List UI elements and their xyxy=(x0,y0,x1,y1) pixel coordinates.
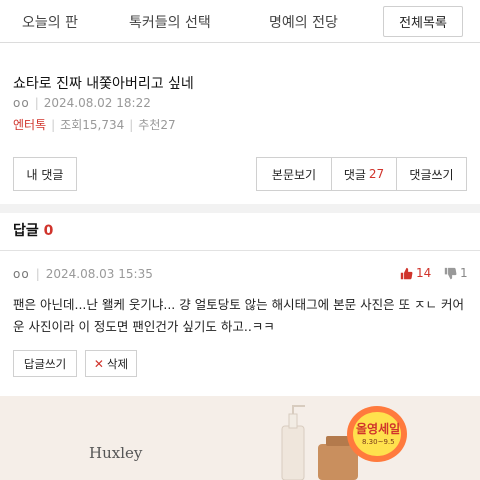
comments-count: 27 xyxy=(368,167,385,181)
section-divider xyxy=(0,204,480,213)
post-stats: 엔터톡 | 조회15,734 | 추천27 xyxy=(13,116,176,133)
downvote-count: 1 xyxy=(460,266,468,280)
meta-divider: | xyxy=(129,117,134,132)
meta-divider: | xyxy=(51,117,56,132)
post-views: 조회15,734 xyxy=(60,118,125,132)
upvote-count: 14 xyxy=(416,266,432,280)
delete-label: 삭제 xyxy=(106,356,129,371)
replies-header: 답글 0 xyxy=(13,220,53,240)
reply-button[interactable]: 답글쓰기 xyxy=(13,350,77,377)
author-icon: oo xyxy=(13,96,30,110)
post-date: 2024.08.02 18:22 xyxy=(43,96,151,110)
write-comment-button[interactable]: 댓글쓰기 xyxy=(396,157,467,191)
post-title: 쇼타로 진짜 내쫓아버리고 싶네 xyxy=(13,76,194,92)
delete-icon: ✕ xyxy=(93,356,104,371)
tab-hall-of-fame[interactable]: 명예의 전당 xyxy=(269,12,338,32)
meta-divider: | xyxy=(35,267,40,281)
delete-button[interactable]: ✕ 삭제 xyxy=(85,350,137,377)
sale-badge-date: 8.30~9.5 xyxy=(362,438,395,446)
upvote-button[interactable]: 14 xyxy=(400,266,431,280)
divider xyxy=(0,250,480,251)
comment-date: 2024.08.03 15:35 xyxy=(45,267,153,281)
comments-label: 댓글 xyxy=(343,167,366,182)
comments-button[interactable]: 댓글 27 xyxy=(331,157,397,191)
ad-banner[interactable]: Huxley 올영세일 8.30~9.5 xyxy=(0,396,480,480)
post-recommends: 추천27 xyxy=(138,118,176,132)
my-comments-button[interactable]: 내 댓글 xyxy=(13,157,77,191)
post-category[interactable]: 엔터톡 xyxy=(13,116,46,133)
view-body-button[interactable]: 본문보기 xyxy=(256,157,332,191)
tab-talkers-choice[interactable]: 톡커들의 선택 xyxy=(129,12,211,32)
meta-divider: | xyxy=(34,96,39,110)
post-meta: oo | 2024.08.02 18:22 xyxy=(13,96,151,110)
tab-today[interactable]: 오늘의 판 xyxy=(22,12,78,32)
comment-meta: oo | 2024.08.03 15:35 xyxy=(13,267,153,281)
all-list-button[interactable]: 전체목록 xyxy=(383,6,463,37)
downvote-button[interactable]: 1 xyxy=(444,266,468,280)
comment-author-icon: oo xyxy=(13,267,30,281)
comment-text: 팬은 아닌데...난 왤케 웃기냐... 걍 얼토당토 않는 해시태그에 본문 … xyxy=(13,297,465,334)
thumbs-up-icon xyxy=(400,267,413,279)
replies-count: 0 xyxy=(43,223,54,239)
ad-product-image xyxy=(281,405,407,480)
replies-label: 답글 xyxy=(13,223,39,239)
sale-badge-text: 올영세일 xyxy=(356,422,401,436)
thumbs-down-icon xyxy=(444,267,457,279)
top-navigation: 오늘의 판 톡커들의 선택 명예의 전당 전체목록 xyxy=(0,0,480,43)
